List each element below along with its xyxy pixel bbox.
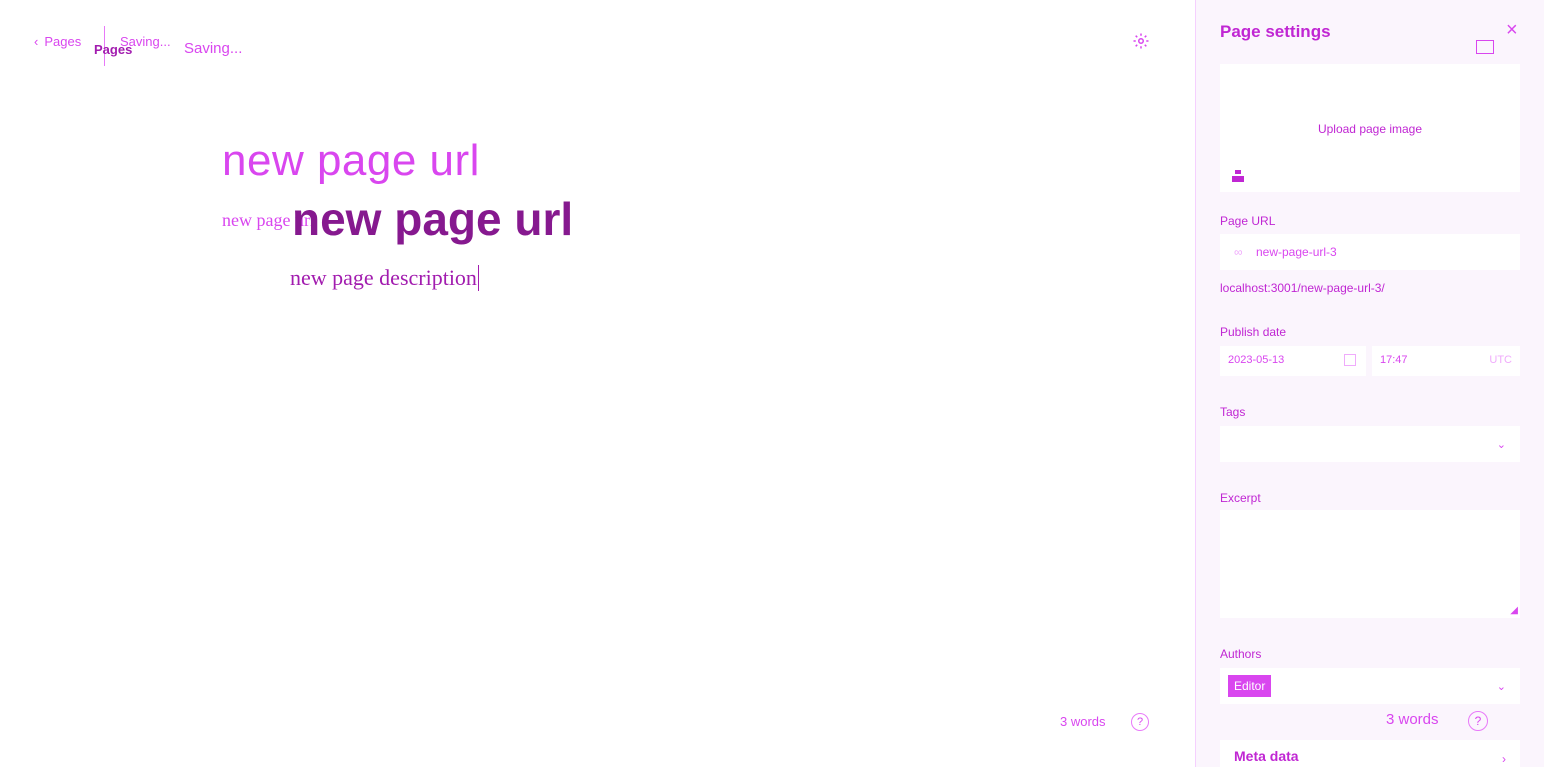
image-gallery-icon[interactable]: [1476, 40, 1494, 54]
page-title-heading[interactable]: new page url: [292, 192, 573, 246]
publish-date-value: 2023-05-13: [1228, 354, 1285, 366]
publish-date-label: Publish date: [1220, 325, 1287, 339]
page-url-field[interactable]: ∞ new-page-url-3: [1220, 234, 1520, 270]
page-title-input[interactable]: new page url: [222, 136, 480, 186]
authors-label: Authors: [1220, 647, 1262, 661]
editor-area: ‹ Pages Saving... Pages Saving... new pa…: [0, 0, 1195, 767]
question-icon: ?: [1136, 716, 1144, 728]
excerpt-label: Excerpt: [1220, 491, 1261, 505]
close-icon: ×: [1506, 19, 1518, 41]
unsplash-icon[interactable]: [1232, 170, 1244, 182]
help-button-overlay[interactable]: ?: [1468, 711, 1488, 731]
page-url-value: new-page-url-3: [1256, 245, 1337, 259]
author-chip[interactable]: Editor: [1228, 675, 1272, 697]
word-count-overlay: 3 words: [1386, 711, 1439, 728]
settings-toggle-button[interactable]: [1132, 32, 1152, 52]
back-label: Pages: [44, 34, 82, 49]
word-count: 3 words: [1060, 714, 1106, 729]
close-settings-button[interactable]: ×: [1506, 20, 1518, 40]
breadcrumb-pages[interactable]: Pages: [94, 42, 132, 57]
chevron-down-icon: ⌄: [1496, 681, 1506, 693]
page-description-input[interactable]: new page description: [290, 265, 479, 291]
authors-select[interactable]: Editor ⌄: [1220, 668, 1520, 704]
tags-select[interactable]: ⌄: [1220, 426, 1520, 462]
tags-label: Tags: [1220, 405, 1246, 419]
excerpt-textarea[interactable]: ◢: [1220, 510, 1520, 618]
chevron-left-icon: ‹: [34, 34, 39, 49]
page-url-label: Page URL: [1220, 214, 1276, 228]
publish-time-value: 17:47: [1380, 354, 1408, 366]
resize-handle-icon[interactable]: ◢: [1510, 605, 1518, 616]
calendar-icon: [1344, 354, 1356, 366]
panel-title: Page settings: [1220, 22, 1331, 41]
help-button[interactable]: ?: [1131, 713, 1149, 731]
question-icon: ?: [1474, 714, 1482, 728]
timezone-label: UTC: [1489, 354, 1512, 366]
meta-data-row[interactable]: Meta data ›: [1220, 740, 1520, 780]
meta-data-label: Meta data: [1234, 748, 1299, 764]
upload-image-label[interactable]: Upload page image: [1220, 122, 1520, 136]
save-status: Saving...: [184, 40, 243, 57]
page-image-upload[interactable]: Upload page image: [1220, 64, 1520, 192]
page-settings-panel: Page settings × Upload page image Page U…: [1195, 0, 1544, 780]
link-icon: ∞: [1234, 245, 1243, 259]
chevron-right-icon: ›: [1502, 752, 1506, 766]
chevron-down-icon: ⌄: [1496, 439, 1506, 451]
publish-date-field[interactable]: 2023-05-13: [1220, 346, 1366, 376]
publish-time-field[interactable]: 17:47 UTC: [1372, 346, 1520, 376]
page-url-preview: localhost:3001/new-page-url-3/: [1220, 281, 1385, 295]
gear-icon: [1133, 33, 1149, 49]
back-to-pages-link[interactable]: ‹ Pages: [34, 34, 81, 49]
